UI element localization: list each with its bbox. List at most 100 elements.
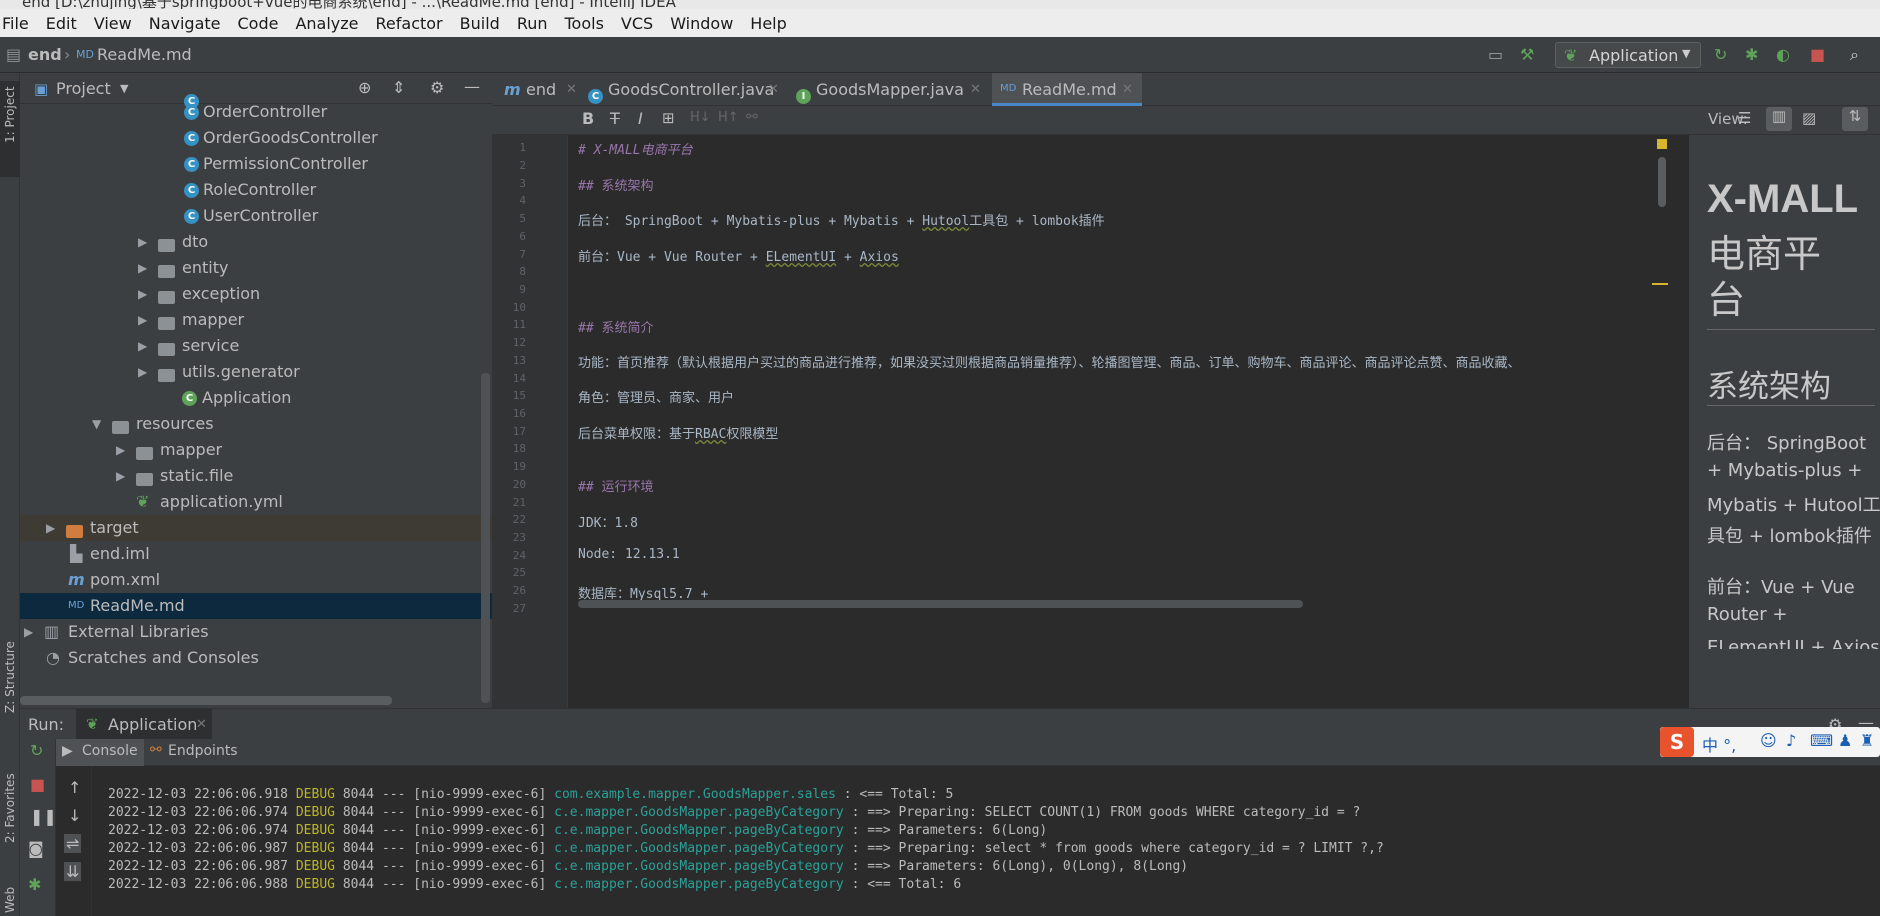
expand-arrow-icon[interactable]: ▶ [138,235,147,249]
horizontal-scrollbar[interactable] [20,696,392,705]
expand-arrow-icon[interactable]: ▶ [116,469,125,483]
breadcrumb-project[interactable]: end [28,45,62,64]
expand-arrow-icon[interactable]: ▶ [138,365,147,379]
tree-item[interactable]: ▶ entity [20,255,492,281]
editor-vertical-scrollbar[interactable] [1658,157,1666,207]
menu-code[interactable]: Code [238,14,279,33]
warning-marker[interactable] [1652,283,1668,285]
arrow-down-icon[interactable]: ↓ [68,806,81,825]
menu-edit[interactable]: Edit [46,14,77,33]
split-view-icon[interactable]: ▥ [1766,107,1792,131]
console-tab[interactable]: ▶ Console [56,739,144,766]
expand-arrow-icon[interactable]: ▶ [116,443,125,457]
skin-shirt-icon[interactable]: ♜ [1860,731,1874,750]
tree-item[interactable]: ▶ exception [20,281,492,307]
tree-item[interactable]: C UserController [20,203,492,229]
menu-analyze[interactable]: Analyze [295,14,358,33]
code-icon[interactable]: ⊞ [662,109,675,127]
preview-only-icon[interactable]: ▨ [1802,109,1816,127]
strikethrough-icon[interactable]: T [610,109,620,128]
close-icon[interactable]: ✕ [768,82,779,97]
pause-icon[interactable]: ❚❚ [30,807,57,826]
arrow-up-icon[interactable]: ↑ [68,778,81,797]
sync-scroll-icon[interactable]: ⇅ [1842,107,1868,131]
collapse-arrow-icon[interactable]: ▼ [92,417,101,431]
close-icon[interactable]: ✕ [196,717,207,732]
vertical-scrollbar[interactable] [481,373,490,703]
ime-mode-text[interactable]: 中 °, [1702,732,1736,756]
tree-item[interactable]: ▶ dto [20,229,492,255]
tab-readme-active[interactable]: MD ReadMe.md ✕ [992,73,1142,106]
tree-item[interactable]: C OrderController [20,99,492,125]
rerun-icon[interactable]: ↻ [1714,46,1727,64]
breadcrumb-file[interactable]: ReadMe.md [97,45,192,64]
menu-build[interactable]: Build [460,14,500,33]
menu-help[interactable]: Help [750,14,786,33]
favorites-stripe-label[interactable]: 2: Favorites [3,773,17,843]
expand-arrow-icon[interactable]: ▶ [46,521,55,535]
soft-wrap-icon[interactable]: ⇌ [64,834,82,853]
emoji-icon[interactable]: ☺ [1760,731,1777,750]
tree-item[interactable]: ▶ ▥ External Libraries [20,619,492,645]
user-icon[interactable]: ♟ [1838,731,1852,750]
tree-item[interactable]: ▶ service [20,333,492,359]
tree-item[interactable]: ▙ end.iml [20,541,492,567]
run-configuration-select[interactable]: ❦ Application ▼ [1555,42,1701,68]
run-tab-application[interactable]: ❦ Application ✕ [76,709,212,739]
stop-icon[interactable]: ■ [1810,46,1825,64]
menu-refactor[interactable]: Refactor [376,14,443,33]
menu-tools[interactable]: Tools [565,14,604,33]
menu-view[interactable]: View [94,14,132,33]
tree-item-selected[interactable]: MD ReadMe.md [20,593,492,619]
tree-item[interactable]: ▶ mapper [20,437,492,463]
expand-arrow-icon[interactable]: ▶ [24,625,33,639]
expand-arrow-icon[interactable]: ▶ [138,339,147,353]
scroll-to-end-icon[interactable]: ⇊ [64,862,82,881]
keyboard-icon[interactable]: ⌨ [1810,731,1833,750]
close-icon[interactable]: ✕ [970,82,981,97]
tab-end[interactable]: m end ✕ [500,73,580,106]
web-stripe-label[interactable]: Web [3,887,17,913]
markdown-editor[interactable]: # X-MALL电商平台 ## 系统架构 后台： SpringBoot + My… [578,135,1678,708]
tree-item[interactable]: m pom.xml [20,567,492,593]
italic-icon[interactable]: I [638,109,643,128]
search-icon[interactable]: ⌕ [1850,46,1859,64]
menu-navigate[interactable]: Navigate [149,14,221,33]
debug-bug-icon[interactable]: ✱ [28,875,41,894]
tree-item[interactable]: C RoleController [20,177,492,203]
close-icon[interactable]: ✕ [566,82,577,97]
tree-item[interactable]: C Application [20,385,492,411]
tab-goodsmapper[interactable]: I GoodsMapper.java ✕ [792,73,988,106]
tree-item[interactable]: ◔ Scratches and Consoles [20,645,492,671]
inspection-status-icon[interactable] [1657,139,1667,149]
tree-item[interactable]: ❦ application.yml [20,489,492,515]
close-icon[interactable]: ✕ [1122,82,1133,97]
structure-stripe-label[interactable]: Z: Structure [3,641,17,713]
tree-item[interactable]: C OrderGoodsController [20,125,492,151]
tree-item[interactable]: ▶ utils.generator [20,359,492,385]
expand-arrow-icon[interactable]: ▶ [138,287,147,301]
tree-item[interactable]: ▼ resources [20,411,492,437]
debug-bug-icon[interactable]: ✱ [1745,46,1758,64]
menu-window[interactable]: Window [670,14,733,33]
tab-goodscontroller[interactable]: C GoodsController.java ✕ [584,73,788,106]
editor-only-icon[interactable]: ☰ [1738,109,1751,127]
coverage-icon[interactable]: ◐ [1776,46,1790,64]
rerun-icon[interactable]: ↻ [30,741,43,760]
menu-file[interactable]: File [2,14,29,33]
build-hammer-icon[interactable]: ⚒ [1520,46,1534,64]
tree-item[interactable]: ▶ target [20,515,492,541]
tree-item[interactable]: ▶ static.file [20,463,492,489]
endpoints-tab[interactable]: ⚯ Endpoints [146,739,242,766]
ime-toolbar[interactable]: S 中 °, ☺ ♪ ⌨ ♟ ♜ [1660,727,1880,757]
microphone-icon[interactable]: ♪ [1786,731,1796,750]
layout-icon[interactable]: ▭ [1488,46,1503,64]
expand-arrow-icon[interactable]: ▶ [138,261,147,275]
tree-item[interactable]: C PermissionController [20,151,492,177]
bold-icon[interactable]: B [582,109,594,128]
tree-item[interactable]: ▶ mapper [20,307,492,333]
menu-vcs[interactable]: VCS [621,14,653,33]
expand-arrow-icon[interactable]: ▶ [138,313,147,327]
camera-icon[interactable]: ◙ [28,839,44,858]
stop-icon[interactable]: ■ [30,775,45,794]
